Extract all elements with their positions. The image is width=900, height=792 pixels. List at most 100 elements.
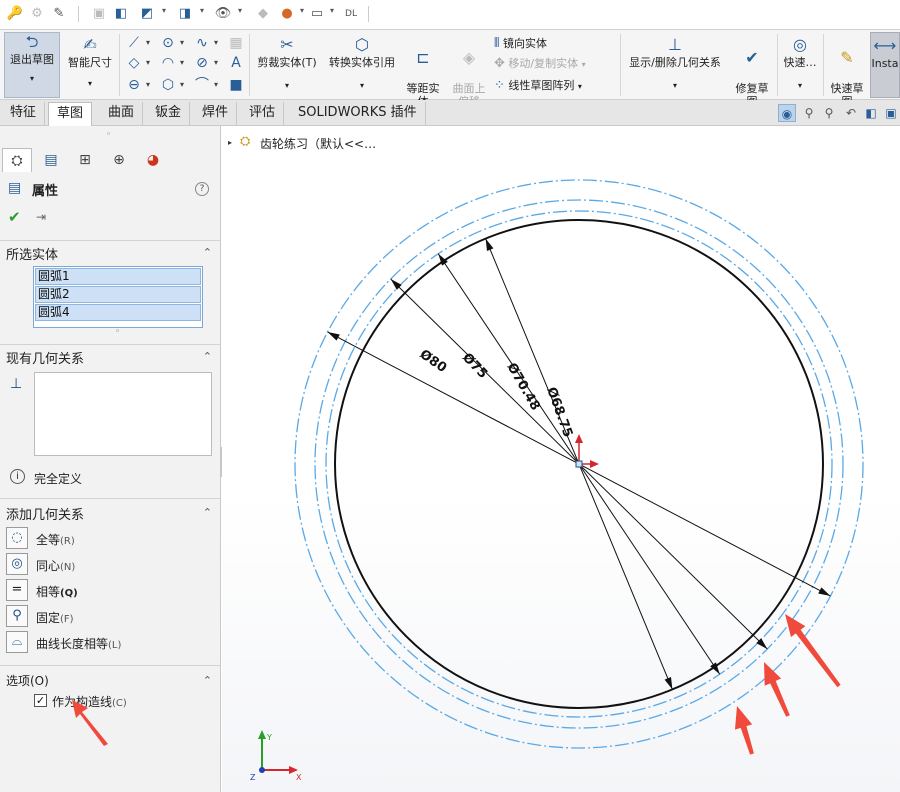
spline-icon[interactable]: ∿ (192, 34, 212, 52)
offset-entities-button[interactable]: ⊏ 等距实 体 (402, 36, 444, 109)
view-orientation-icon[interactable]: ◧ (112, 5, 130, 23)
chevron-down-icon[interactable]: ▾ (780, 79, 820, 92)
tab-surfaces[interactable]: 曲面 (100, 102, 144, 126)
sketch-icon[interactable]: 🔑 (6, 5, 24, 23)
relation-coradial-button[interactable]: ◌ 全等(R) (6, 527, 206, 551)
circle-icon[interactable]: ⊙ (158, 34, 178, 52)
chevron-down-icon[interactable]: ▾ (622, 79, 728, 92)
rectangle-icon[interactable]: ◇ (124, 54, 144, 72)
chevron-down-icon[interactable]: ▾ (578, 82, 582, 91)
diameter-dimension-label[interactable]: Ø80 (417, 347, 449, 376)
chevron-down-icon[interactable]: ▾ (146, 58, 150, 67)
offset-surface-button[interactable]: ◈ 曲面上 偏移 (448, 36, 490, 109)
monitor-icon[interactable]: ▭ (308, 5, 326, 23)
relation-equal-button[interactable]: = 相等(Q) (6, 579, 206, 603)
convert-entities-button[interactable]: ⬡ 转换实体引用 ▾ (324, 36, 400, 92)
chevron-down-icon[interactable]: ▾ (146, 80, 150, 89)
move-copy-entities-button[interactable]: ✥ 移动/复制实体 ▾ (494, 56, 586, 72)
point-icon[interactable]: ■ (226, 76, 246, 94)
display-delete-relations-button[interactable]: ⊥ 显示/删除几何关系 ▾ (622, 36, 728, 92)
repair-sketch-button[interactable]: ✔ 修复草 图 (730, 36, 774, 109)
chevron-down-icon[interactable]: ▾ (214, 38, 218, 47)
dimxpert-tab-icon[interactable]: ⊕ (104, 148, 134, 172)
surface-icon[interactable]: ▦ (226, 34, 246, 52)
slot-icon[interactable]: ⊖ (124, 76, 144, 94)
display-manager-tab-icon[interactable]: ◕ (138, 148, 168, 172)
appearance-icon[interactable]: ◆ (254, 5, 272, 23)
list-item[interactable]: 圆弧1 (35, 268, 201, 285)
construction-checkbox[interactable]: ✓ (34, 694, 47, 707)
arc-icon[interactable]: ◠ (158, 54, 178, 72)
chevron-down-icon[interactable]: ▾ (146, 38, 150, 47)
display-style-icon[interactable]: ◩ (138, 5, 156, 23)
tab-sheet-metal[interactable]: 钣金 (147, 102, 191, 126)
zoom-to-fit-icon[interactable]: ⚲ (800, 104, 818, 122)
rebuild-icon[interactable]: ⚙ (28, 5, 46, 23)
collapse-chevron-icon[interactable]: ⌃ (203, 506, 212, 519)
view-orientation-icon[interactable]: ◉ (778, 104, 796, 122)
view-display-icon[interactable]: ▣ (882, 104, 900, 122)
previous-view-icon[interactable]: ↶ (842, 104, 860, 122)
list-item[interactable]: 圆弧2 (35, 286, 201, 303)
polygon-icon[interactable]: ⬡ (158, 76, 178, 94)
rapid-sketch-button[interactable]: ✎ 快速草 图 (826, 36, 868, 109)
selected-entities-list[interactable]: 圆弧1 圆弧2 圆弧4 (33, 266, 203, 328)
configuration-manager-tab-icon[interactable]: ⊞ (70, 148, 100, 172)
help-icon[interactable]: ? (195, 182, 209, 196)
relation-fix-button[interactable]: ⚲ 固定(F) (6, 605, 206, 629)
chevron-down-icon[interactable]: ▾ (162, 6, 166, 15)
existing-relations-list[interactable] (34, 372, 212, 456)
collapse-chevron-icon[interactable]: ⌃ (203, 246, 212, 259)
chevron-down-icon[interactable]: ▾ (180, 38, 184, 47)
tab-features[interactable]: 特征 (2, 102, 46, 126)
linear-pattern-button[interactable]: ⁘ 线性草图阵列 ▾ (494, 78, 582, 94)
exit-sketch-button[interactable]: ⮌ 退出草图 ▾ (4, 32, 60, 98)
chevron-down-icon[interactable]: ▾ (5, 72, 59, 85)
chevron-down-icon[interactable]: ▾ (62, 77, 118, 90)
ok-check-icon[interactable]: ✔ (8, 208, 21, 226)
chevron-down-icon[interactable]: ▾ (324, 79, 400, 92)
relation-concentric-button[interactable]: ◎ 同心(N) (6, 553, 206, 577)
zoom-area-icon[interactable]: ⚲ (820, 104, 838, 122)
feature-manager-tab-icon[interactable]: ⛭ (2, 148, 32, 172)
property-manager-tab-icon[interactable]: ▤ (36, 148, 66, 172)
tab-evaluate[interactable]: 评估 (241, 102, 285, 126)
text-icon[interactable]: A (226, 54, 246, 72)
chevron-down-icon[interactable]: ▾ (214, 80, 218, 89)
quick-snaps-button[interactable]: ◎ 快速… ▾ (780, 36, 820, 92)
collapse-chevron-icon[interactable]: ⌃ (203, 350, 212, 363)
smart-dimension-button[interactable]: ✍ 智能尺寸 ▾ (62, 36, 118, 96)
chevron-down-icon[interactable]: ▾ (238, 6, 242, 15)
origin-point[interactable] (575, 460, 583, 468)
section-view-icon[interactable]: ◧ (862, 104, 880, 122)
pushpin-icon[interactable]: ⇥ (36, 210, 46, 224)
chevron-down-icon[interactable]: ▾ (300, 6, 304, 15)
chevron-down-icon[interactable]: ▾ (214, 58, 218, 67)
line-icon[interactable]: ⟋ (124, 34, 144, 52)
hide-show-icon[interactable]: 👁 (214, 5, 232, 23)
section-view-icon[interactable]: ◨ (176, 5, 194, 23)
chevron-down-icon[interactable]: ▾ (200, 6, 204, 15)
collapse-chevron-icon[interactable]: ⌃ (203, 674, 212, 687)
tab-solidworks-addins[interactable]: SOLIDWORKS 插件 (290, 102, 426, 126)
instant2d-button[interactable]: ⟷ Insta (870, 32, 900, 98)
tab-weldments[interactable]: 焊件 (194, 102, 238, 126)
mirror-entities-button[interactable]: ⫴ 镜向实体 (494, 36, 547, 52)
open-icon[interactable]: ▣ (90, 5, 108, 23)
scene-icon[interactable]: ● (278, 5, 296, 23)
chevron-down-icon[interactable]: ▾ (330, 6, 334, 15)
chevron-down-icon[interactable]: ▾ (180, 58, 184, 67)
chevron-down-icon[interactable]: ▾ (582, 60, 586, 69)
diameter-dimension-label[interactable]: Ø75 (459, 350, 490, 381)
trim-entities-button[interactable]: ✂ 剪裁实体(T) ▾ (252, 36, 322, 92)
relation-equal-curve-length-button[interactable]: ⌓ 曲线长度相等(L) (6, 631, 206, 655)
panel-splitter-handle[interactable]: ◦ (106, 130, 111, 140)
sketch-canvas[interactable]: Ø80 Ø75 Ø70.48 Ø68.75 (222, 126, 900, 792)
ellipse-icon[interactable]: ⊘ (192, 54, 212, 72)
graphics-area[interactable]: ▸ ⛭ 齿轮练习（默认<<… Ø80 Ø75 Ø70.48 Ø68.75 Y X Z (222, 126, 900, 792)
chevron-down-icon[interactable]: ▾ (180, 80, 184, 89)
list-resize-handle[interactable]: ◦ (115, 327, 120, 337)
chevron-down-icon[interactable]: ▾ (252, 79, 322, 92)
diameter-dimension-label[interactable]: Ø68.75 (543, 385, 575, 439)
diameter-dimension-label[interactable]: Ø70.48 (504, 361, 543, 414)
